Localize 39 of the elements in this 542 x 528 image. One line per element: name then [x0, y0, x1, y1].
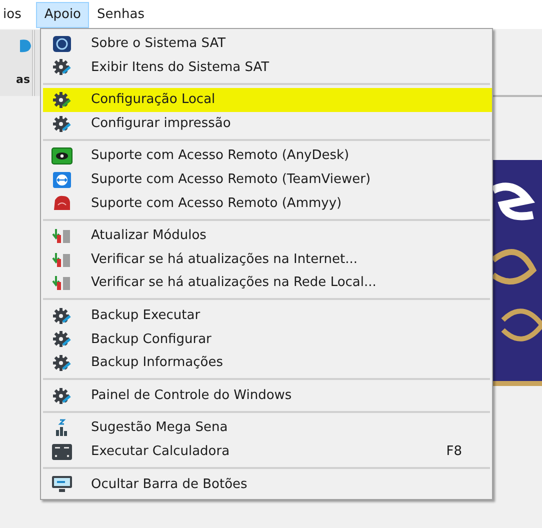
menu-item[interactable]: Verificar se há atualizações na Rede Local... — [43, 271, 492, 295]
menu-item[interactable]: Ocultar Barra de Botões — [43, 472, 492, 496]
menu-item[interactable]: Suporte com Acesso Remoto (Ammyy) — [43, 192, 492, 216]
menu-item[interactable]: Suporte com Acesso Remoto (TeamViewer) — [43, 168, 492, 192]
globe-badge-icon — [52, 34, 72, 53]
toolbar-icon — [20, 38, 32, 54]
gear-icon — [52, 354, 72, 372]
menu-item[interactable]: Verificar se há atualizações na Internet... — [43, 248, 492, 272]
menu-bar-item[interactable]: Senhas — [89, 2, 152, 28]
menu-item[interactable]: Sobre o Sistema SAT — [43, 32, 492, 56]
gear-icon — [52, 306, 72, 325]
app-logo-icon — [52, 194, 72, 212]
double-arrow-badge-icon — [52, 170, 72, 189]
eye-badge-icon — [51, 147, 73, 166]
gear-icon — [52, 386, 72, 405]
menu-item[interactable]: Suporte com Acesso Remoto (AnyDesk) — [43, 144, 492, 168]
menu-item[interactable]: Exibir Itens do Sistema SAT — [43, 56, 492, 80]
menu-item[interactable]: Backup Executar — [43, 304, 492, 328]
menu-item[interactable]: Atualizar Módulos — [43, 224, 492, 248]
menu-bar-item[interactable]: ios — [0, 2, 36, 28]
gear-icon — [52, 90, 72, 109]
gear-icon — [52, 58, 72, 76]
gear-icon — [52, 330, 72, 348]
menu-item[interactable]: Executar Calculadora F8 — [43, 440, 492, 464]
bar-chart-icon — [54, 419, 70, 438]
menu-item[interactable]: Painel de Controle do Windows — [43, 384, 492, 408]
download-servers-icon — [52, 252, 72, 268]
download-servers-icon — [52, 275, 72, 292]
gear-icon — [52, 114, 72, 133]
toolbar-button[interactable]: as — [0, 30, 33, 96]
calculator-icon — [51, 442, 73, 461]
menu-item[interactable]: Sugestão Mega Sena — [43, 416, 492, 440]
menu-item[interactable]: Configuração Local — [43, 88, 492, 112]
download-servers-icon — [52, 228, 72, 244]
menu-item[interactable]: Backup Informações — [43, 351, 492, 375]
monitor-icon — [51, 475, 73, 494]
menu-item[interactable]: Configurar impressão — [43, 112, 492, 136]
menu-bar-item[interactable]: Apoio — [36, 2, 90, 28]
menu-item[interactable]: Backup Configurar — [43, 328, 492, 352]
